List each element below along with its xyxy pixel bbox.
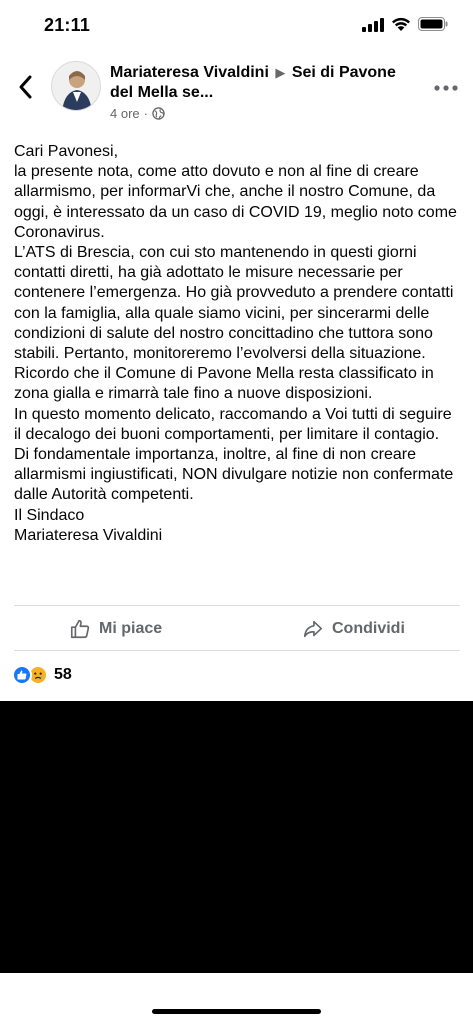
share-label: Condividi xyxy=(332,620,405,637)
redacted-black-area xyxy=(0,701,473,973)
divider-bottom xyxy=(14,650,460,651)
status-bar: 21:11 xyxy=(0,0,473,50)
status-time: 21:11 xyxy=(44,15,91,35)
reactions-summary[interactable]: 58 xyxy=(12,664,72,686)
like-button[interactable]: Mi piace xyxy=(69,616,162,642)
author-avatar[interactable] xyxy=(51,61,101,111)
cellular-signal-icon xyxy=(362,18,384,32)
share-arrow-icon xyxy=(303,620,323,638)
post-paragraph: Di fondamentale importanza, inoltre, al … xyxy=(14,446,454,504)
like-reaction-icon xyxy=(12,665,32,685)
post-timestamp[interactable]: 4 ore xyxy=(110,106,140,121)
post-header: Mariateresa Vivaldini ▶ Sei di Pavone de… xyxy=(0,55,473,135)
thumbs-up-icon xyxy=(70,619,90,639)
share-button[interactable]: Condividi xyxy=(302,616,405,642)
reaction-count: 58 xyxy=(54,666,72,683)
triangle-right-icon: ▶ xyxy=(275,65,286,80)
post-author-line: Mariateresa Vivaldini ▶ Sei di Pavone de… xyxy=(110,63,410,103)
like-label: Mi piace xyxy=(99,620,163,637)
post-signature-title: Il Sindaco xyxy=(14,506,85,524)
home-indicator[interactable] xyxy=(152,1009,321,1014)
more-options-icon[interactable] xyxy=(433,83,459,93)
post-paragraph: Cari Pavonesi, la presente nota, come at… xyxy=(14,143,457,241)
meta-dot: · xyxy=(143,106,148,121)
battery-icon xyxy=(418,17,448,31)
post-paragraph: L’ATS di Brescia, con cui sto mantenendo… xyxy=(14,244,454,403)
post-text: Cari Pavonesi, la presente nota, come at… xyxy=(14,142,462,546)
post-signature-name: Mariateresa Vivaldini xyxy=(14,526,163,544)
back-arrow-icon[interactable] xyxy=(14,73,38,101)
post-paragraph: In questo momento delicato, raccomando a… xyxy=(14,405,452,443)
author-name[interactable]: Mariateresa Vivaldini xyxy=(110,64,269,81)
post-action-bar: Mi piace Condividi xyxy=(0,606,473,650)
wifi-icon xyxy=(392,17,410,31)
avatar-portrait-image xyxy=(52,62,100,110)
globe-icon xyxy=(152,107,165,120)
post-meta: 4 ore · xyxy=(110,106,165,121)
